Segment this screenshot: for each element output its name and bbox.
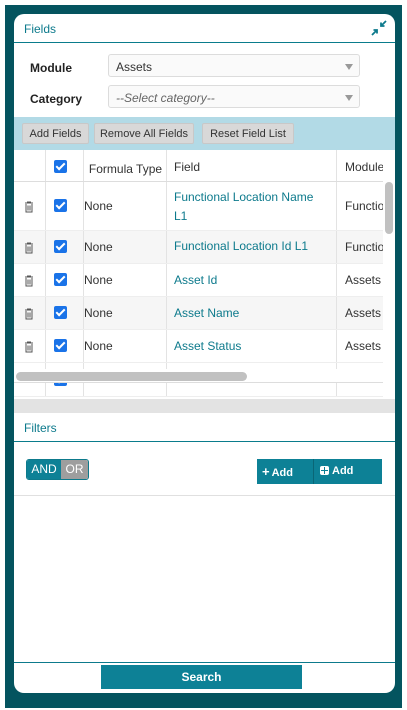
field-name-link[interactable]: Asset Name <box>174 306 239 320</box>
and-button[interactable]: AND <box>27 460 61 479</box>
column-header-formula-type[interactable]: Formula Type <box>84 162 167 176</box>
trash-icon[interactable] <box>24 308 34 320</box>
add-group-button[interactable]: Add group <box>314 459 382 502</box>
module-select-value: Assets <box>116 60 153 74</box>
reset-field-list-button[interactable]: Reset Field List <box>202 123 294 144</box>
search-button[interactable]: Search <box>101 665 302 689</box>
module-cell: Assets <box>345 306 382 320</box>
module-cell: Functio <box>345 240 383 254</box>
formula-type-cell: None <box>84 199 113 213</box>
table-row: None Functional Location Name L1 Functio <box>14 182 383 231</box>
horizontal-scrollbar-thumb[interactable] <box>16 372 247 381</box>
column-header-module[interactable]: Module <box>345 160 383 174</box>
row-checkbox[interactable] <box>54 306 67 319</box>
filters-header: Filters <box>14 413 395 442</box>
table-row: None Asset Name Assets <box>14 297 383 330</box>
module-cell: Assets <box>345 273 382 287</box>
module-cell: Assets <box>345 339 382 353</box>
add-fields-button[interactable]: Add Fields <box>22 123 89 144</box>
trash-icon[interactable] <box>24 275 34 287</box>
column-header-field[interactable]: Field <box>174 160 200 174</box>
row-checkbox[interactable] <box>54 273 67 286</box>
add-rule-button[interactable]: + Add rule <box>257 459 314 504</box>
plus-icon: + <box>262 464 270 479</box>
formula-type-cell: None <box>84 273 113 287</box>
formula-type-cell: None <box>84 306 113 320</box>
category-label: Category <box>30 92 83 106</box>
fields-header: Fields <box>14 14 395 43</box>
vertical-scrollbar[interactable] <box>383 150 395 397</box>
section-separator <box>14 399 395 413</box>
filters-title: Filters <box>24 421 57 435</box>
filters-divider <box>14 495 395 496</box>
or-button[interactable]: OR <box>61 460 88 479</box>
search-footer: Search <box>14 662 395 693</box>
chevron-down-icon <box>345 64 353 70</box>
field-name-link-continued[interactable]: L1 <box>174 209 187 223</box>
table-row: None Asset Status Assets <box>14 330 383 363</box>
grid-header-row: Formula Type Field Module <box>14 150 383 182</box>
category-select[interactable]: --Select category-- <box>108 85 360 108</box>
vertical-scrollbar-thumb[interactable] <box>385 182 393 234</box>
row-checkbox[interactable] <box>54 240 67 253</box>
category-select-placeholder: --Select category-- <box>116 91 215 105</box>
trash-icon[interactable] <box>24 242 34 254</box>
field-name-link[interactable]: Asset Id <box>174 273 217 287</box>
horizontal-scrollbar[interactable] <box>14 369 383 383</box>
fields-title: Fields <box>24 22 57 36</box>
select-all-checkbox[interactable] <box>54 160 67 173</box>
formula-type-cell: None <box>84 240 113 254</box>
and-or-toggle: AND OR <box>26 459 89 480</box>
trash-icon[interactable] <box>24 201 34 213</box>
fields-panel: Fields Module Assets Category --Select c… <box>14 14 395 693</box>
plus-square-icon <box>320 466 329 475</box>
field-name-link[interactable]: Functional Location Name <box>174 190 313 204</box>
field-name-link[interactable]: Asset Status <box>174 339 241 353</box>
field-name-link[interactable]: Functional Location Id L1 <box>174 239 308 253</box>
row-checkbox[interactable] <box>54 339 67 352</box>
module-cell: Functio <box>345 199 383 213</box>
module-label: Module <box>30 61 72 75</box>
chevron-down-icon <box>345 95 353 101</box>
formula-type-cell: None <box>84 339 113 353</box>
collapse-arrows-icon[interactable] <box>371 20 387 36</box>
trash-icon[interactable] <box>24 341 34 353</box>
remove-all-fields-button[interactable]: Remove All Fields <box>94 123 194 144</box>
fields-toolbar: Add Fields Remove All Fields Reset Field… <box>14 117 395 150</box>
module-select[interactable]: Assets <box>108 54 360 77</box>
fields-grid: Formula Type Field Module None Functiona… <box>14 150 383 397</box>
table-row: None Functional Location Id L1 Functio <box>14 231 383 264</box>
table-row: None Asset Id Assets <box>14 264 383 297</box>
row-checkbox[interactable] <box>54 199 67 212</box>
